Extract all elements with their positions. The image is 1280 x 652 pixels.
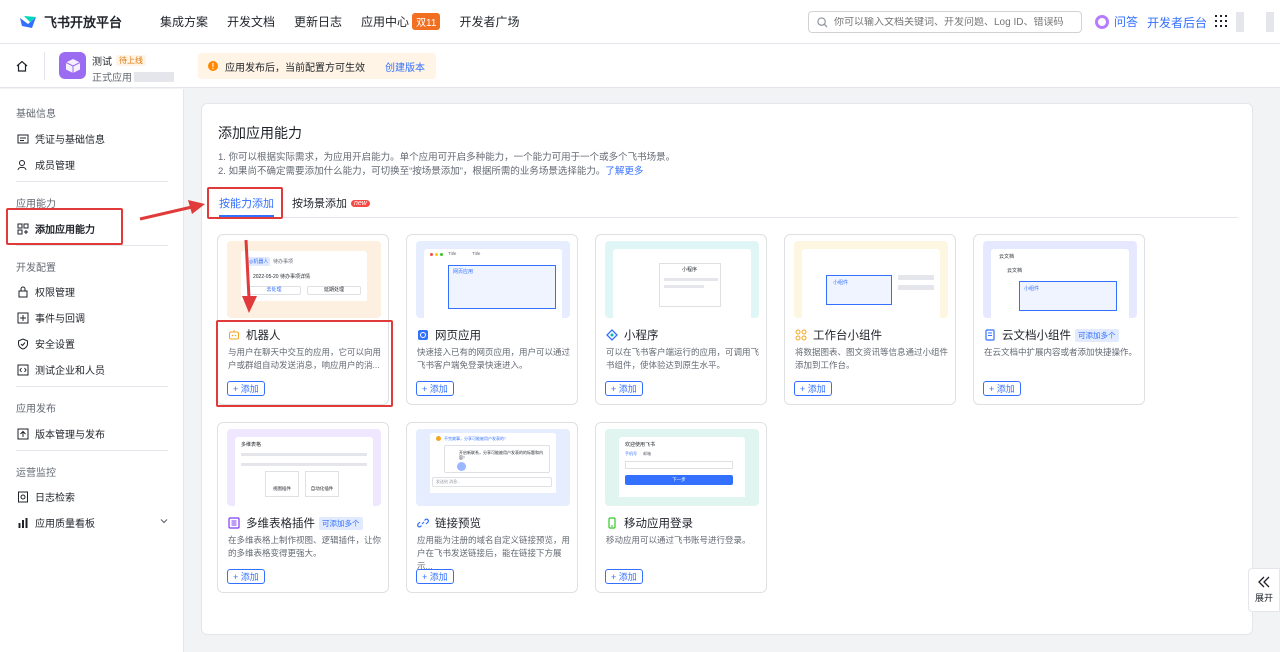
expand-label: 展开 [1254, 593, 1273, 603]
expand-button[interactable]: 展开 [1248, 568, 1280, 612]
double-chevron-left-icon [1258, 576, 1270, 588]
annotation-arrows [139, 200, 257, 313]
